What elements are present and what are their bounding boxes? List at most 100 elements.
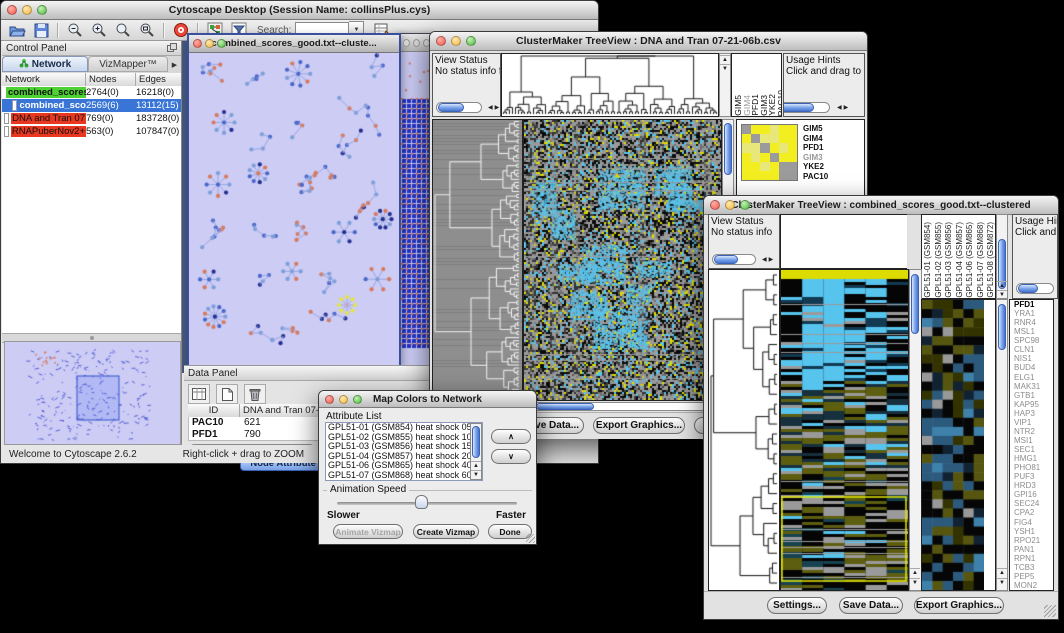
gene-label[interactable]: SEC1 xyxy=(1010,445,1053,454)
zoom-button[interactable] xyxy=(37,5,47,15)
gene-label[interactable]: RPN1 xyxy=(1010,554,1053,563)
gene-label[interactable]: NIS1 xyxy=(1010,354,1053,363)
dialog-titlebar[interactable]: Map Colors to Network xyxy=(319,391,536,408)
tv2-row-dendrogram[interactable] xyxy=(708,269,780,591)
tv2-list-scrollbar[interactable]: ▲▼ xyxy=(996,299,1008,591)
tv1-export-graphics-button[interactable]: Export Graphics... xyxy=(593,417,685,434)
scroll-arrows[interactable]: ◀▶ xyxy=(762,256,775,263)
tv2-settings-button[interactable]: Settings... xyxy=(767,597,827,614)
treeview2-titlebar[interactable]: ClusterMaker TreeView : combined_scores_… xyxy=(704,196,1058,215)
treeview1-titlebar[interactable]: ClusterMaker TreeView : DNA and Tran 07-… xyxy=(430,32,867,51)
gene-label[interactable]: YSH1 xyxy=(1010,527,1053,536)
gene-label[interactable]: HMG1 xyxy=(1010,454,1053,463)
zoom-fit-icon[interactable] xyxy=(111,21,135,39)
gene-label[interactable]: PEP5 xyxy=(1010,572,1053,581)
tv1-heatmap[interactable] xyxy=(523,119,722,401)
tv2-heatmap[interactable] xyxy=(780,269,909,591)
minimize-button[interactable] xyxy=(413,39,420,47)
gene-label[interactable]: CPA2 xyxy=(1010,508,1053,517)
network-row-dna-tran[interactable]: DNA and Tran 07 769(0) 183728(0) xyxy=(2,112,181,125)
animate-vizmap-button[interactable]: Animate Vizmap xyxy=(333,524,403,539)
tab-overflow-button[interactable]: ▶ xyxy=(168,56,181,73)
minimize-button[interactable] xyxy=(451,36,461,46)
tv1-row-dendrogram[interactable] xyxy=(432,119,523,401)
tv2-save-data-button[interactable]: Save Data... xyxy=(839,597,903,614)
zoom-selected-icon[interactable] xyxy=(135,21,159,39)
column-header-network[interactable]: Network xyxy=(2,73,86,86)
gene-label[interactable]: CLN1 xyxy=(1010,345,1053,354)
gene-label[interactable]: SPC98 xyxy=(1010,336,1053,345)
close-button[interactable] xyxy=(710,200,720,210)
tv1-view-status-scrollbar[interactable] xyxy=(436,102,482,113)
tv2-export-graphics-button[interactable]: Export Graphics... xyxy=(914,597,1004,614)
tv2-view-status-scrollbar[interactable] xyxy=(712,254,756,265)
network-overview-canvas[interactable] xyxy=(5,342,178,442)
zoom-button[interactable] xyxy=(740,200,750,210)
tv2-labels-scrollbar[interactable]: ▲▼ xyxy=(996,214,1008,299)
animation-slider-thumb[interactable] xyxy=(415,495,428,509)
gene-label[interactable]: NTR2 xyxy=(1010,427,1053,436)
gene-label[interactable]: RNR4 xyxy=(1010,318,1053,327)
tv2-zoom-view[interactable] xyxy=(921,299,996,591)
gene-label[interactable]: YRA1 xyxy=(1010,309,1053,318)
network-canvas[interactable] xyxy=(189,53,399,366)
gene-label[interactable]: KAP95 xyxy=(1010,400,1053,409)
create-vizmap-button[interactable]: Create Vizmap xyxy=(413,524,479,539)
tv2-gene-list[interactable]: PFD1YRA1RNR4MSL1SPC98CLN1NIS1BUD4ELG1MAK… xyxy=(1009,299,1054,591)
save-icon[interactable] xyxy=(29,21,53,39)
gene-label[interactable]: HAP3 xyxy=(1010,409,1053,418)
gene-label[interactable]: PFD1 xyxy=(1010,300,1053,309)
minimize-button[interactable] xyxy=(205,39,214,48)
gene-label[interactable]: BUD4 xyxy=(1010,363,1053,372)
minimize-button[interactable] xyxy=(339,395,348,404)
network-row-combined-scores[interactable]: combined_scores 2764(0) 16218(0) xyxy=(2,86,181,99)
attribute-list-scrollbar[interactable]: ▲▼ xyxy=(470,423,482,480)
data-column-id[interactable]: ID xyxy=(188,404,240,417)
gene-label[interactable]: VIP1 xyxy=(1010,418,1053,427)
scroll-arrows[interactable]: ◀▶ xyxy=(837,104,850,111)
close-button[interactable] xyxy=(436,36,446,46)
delete-attribute-icon[interactable] xyxy=(244,384,266,404)
zoom-button[interactable] xyxy=(466,36,476,46)
network-row-combined-sco-selected[interactable]: combined_sco 2569(6) 13112(15) xyxy=(2,99,181,112)
column-header-nodes[interactable]: Nodes xyxy=(86,73,136,86)
gene-label[interactable]: SEC24 xyxy=(1010,499,1053,508)
gene-label[interactable]: TCB3 xyxy=(1010,563,1053,572)
network-overview-panel[interactable] xyxy=(4,341,181,445)
tv1-column-scrollbar[interactable]: ▲▼ xyxy=(719,53,731,117)
gene-label[interactable]: PUF3 xyxy=(1010,472,1053,481)
gene-label[interactable]: MSL1 xyxy=(1010,327,1053,336)
gene-label[interactable]: RPO21 xyxy=(1010,536,1053,545)
zoom-button[interactable] xyxy=(353,395,362,404)
close-button[interactable] xyxy=(325,395,334,404)
open-file-icon[interactable] xyxy=(5,21,29,39)
gene-label[interactable]: FIG4 xyxy=(1010,518,1053,527)
zoom-button[interactable] xyxy=(217,39,226,48)
new-attribute-icon[interactable] xyxy=(216,384,238,404)
gene-label[interactable]: PHO81 xyxy=(1010,463,1053,472)
gene-label[interactable]: MSI1 xyxy=(1010,436,1053,445)
close-button[interactable] xyxy=(7,5,17,15)
zoom-out-icon[interactable] xyxy=(63,21,87,39)
float-panel-icon[interactable] xyxy=(167,39,177,57)
minimize-button[interactable] xyxy=(22,5,32,15)
tab-vizmapper[interactable]: VizMapper™ xyxy=(88,56,168,72)
close-button[interactable] xyxy=(193,39,202,48)
scroll-arrows[interactable]: ◀▶ xyxy=(488,104,501,111)
attribute-item[interactable]: GPL51-07 (GSM868) heat shock 60 min xyxy=(326,471,482,481)
resize-grip[interactable] xyxy=(526,534,535,543)
select-attributes-icon[interactable] xyxy=(188,384,210,404)
gene-label[interactable]: MON2 xyxy=(1010,581,1053,590)
tv2-usage-scrollbar[interactable] xyxy=(1016,283,1054,294)
tv1-similarity-matrix[interactable] xyxy=(741,124,798,181)
tab-network[interactable]: Network xyxy=(2,56,88,72)
tv1-column-dendrogram[interactable] xyxy=(501,53,719,117)
move-down-button[interactable]: ∨ xyxy=(491,449,531,464)
zoom-in-icon[interactable] xyxy=(87,21,111,39)
column-header-edges[interactable]: Edges xyxy=(136,73,181,86)
attribute-listbox[interactable]: GPL51-01 (GSM854) heat shock 05 minGPL51… xyxy=(325,422,483,481)
minimize-button[interactable] xyxy=(725,200,735,210)
move-up-button[interactable]: ∧ xyxy=(491,429,531,444)
gene-label[interactable]: GTB1 xyxy=(1010,391,1053,400)
tv1-usage-scrollbar[interactable] xyxy=(783,102,830,113)
